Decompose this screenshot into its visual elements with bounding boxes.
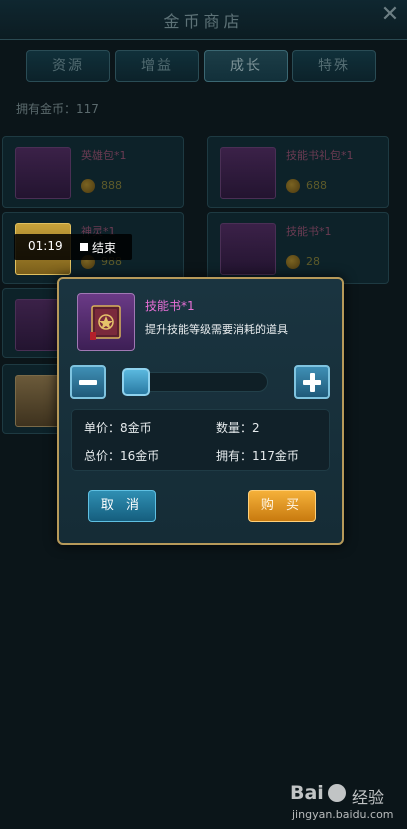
shop-item-card[interactable]: 英雄包*1 888 — [2, 136, 184, 208]
shop-item-card[interactable]: 技能书*1 28 — [207, 212, 389, 284]
quantity: 数量：2 — [216, 419, 260, 436]
buy-button[interactable]: 购 买 — [248, 490, 316, 522]
shop-header: 金币商店 ✕ — [0, 0, 407, 40]
plus-icon-vertical — [310, 373, 315, 392]
watermark-brand: Bai — [290, 782, 324, 804]
video-time: 01:19 — [28, 239, 63, 253]
close-icon[interactable]: ✕ — [377, 2, 403, 28]
quantity-slider-thumb[interactable] — [122, 368, 150, 396]
gold-coin-icon — [81, 179, 95, 193]
baidu-jingyan-watermark: Bai 经验 jingyan.baidu.com — [290, 782, 400, 824]
owned-value: 117金币 — [252, 449, 299, 463]
owned-coins: 拥有：117金币 — [216, 447, 299, 464]
dialog-item-thumb — [77, 293, 135, 351]
total-price: 总价：16金币 — [84, 447, 159, 464]
gold-coin-icon — [286, 255, 300, 269]
tab-resources[interactable]: 资源 — [26, 50, 110, 82]
shop-title: 金币商店 — [163, 12, 244, 31]
item-name: 英雄包*1 — [81, 149, 127, 162]
skill-book-icon — [90, 305, 121, 340]
info-row: 总价：16金币 拥有：117金币 — [72, 447, 331, 467]
price-summary: 单价：8金币 数量：2 总价：16金币 拥有：117金币 — [71, 409, 330, 471]
quantity-value: 2 — [252, 421, 260, 435]
item-price: 888 — [101, 179, 122, 192]
minus-icon — [79, 380, 97, 385]
unit-price: 单价：8金币 — [84, 419, 152, 436]
gold-coin-icon — [286, 179, 300, 193]
unit-price-value: 8金币 — [120, 421, 152, 435]
game-screen: 金币商店 ✕ 资源 增益 成长 特殊 拥有金币：117 英雄包*1 888 技能… — [0, 0, 407, 829]
item-price: 688 — [306, 179, 327, 192]
dialog-item-description: 提升技能等级需要消耗的道具 — [145, 323, 288, 336]
treasure-chest-icon — [15, 147, 71, 199]
skill-book-icon — [220, 223, 276, 275]
decrease-quantity-button[interactable] — [70, 365, 106, 399]
tab-special[interactable]: 特殊 — [292, 50, 376, 82]
total-price-label: 总价： — [84, 449, 121, 463]
video-end-button[interactable]: 结束 — [92, 239, 116, 256]
cancel-button[interactable]: 取 消 — [88, 490, 156, 522]
purchase-dialog: 技能书*1 提升技能等级需要消耗的道具 单价：8金币 数量：2 总价：16金币 … — [57, 277, 344, 545]
item-name: 技能书*1 — [286, 225, 332, 238]
treasure-chest-icon — [220, 147, 276, 199]
item-name: 技能书礼包*1 — [286, 149, 354, 162]
shop-tabs: 资源 增益 成长 特殊 — [0, 46, 407, 88]
paw-logo-icon — [328, 784, 346, 802]
owned-label: 拥有： — [216, 449, 253, 463]
total-price-value: 16金币 — [120, 449, 160, 463]
stop-icon[interactable] — [80, 243, 88, 251]
quantity-label: 数量： — [216, 421, 253, 435]
coins-owned: 拥有金币：117 — [16, 102, 99, 116]
video-recorder-bar: 01:19 结束 — [14, 234, 132, 260]
watermark-label: 经验 — [352, 788, 385, 807]
item-price: 28 — [306, 255, 320, 268]
tab-buffs[interactable]: 增益 — [115, 50, 199, 82]
shop-item-card[interactable]: 技能书礼包*1 688 — [207, 136, 389, 208]
info-row: 单价：8金币 数量：2 — [72, 419, 331, 439]
unit-price-label: 单价： — [84, 421, 121, 435]
watermark-url: jingyan.baidu.com — [292, 808, 394, 821]
dialog-item-name: 技能书*1 — [145, 299, 195, 313]
tab-growth[interactable]: 成长 — [204, 50, 288, 82]
increase-quantity-button[interactable] — [294, 365, 330, 399]
